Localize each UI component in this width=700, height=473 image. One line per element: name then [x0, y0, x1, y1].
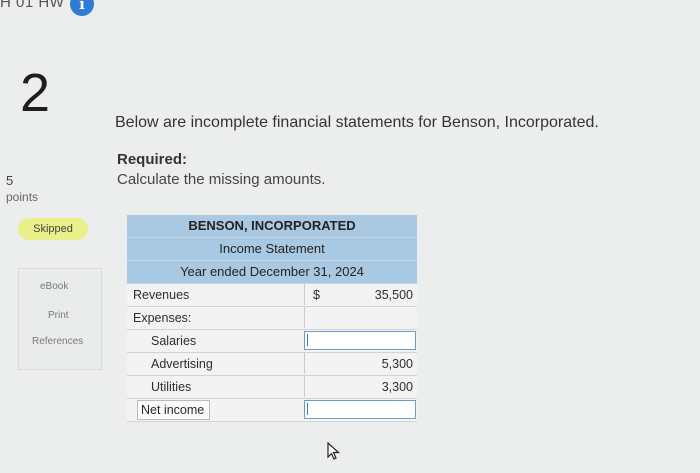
question-prompt: Below are incomplete financial statement…: [115, 114, 599, 131]
text-caret: [307, 403, 308, 415]
advertising-value: 5,300: [381, 357, 413, 371]
statement-period: Year ended December 31, 2024: [127, 261, 417, 284]
expenses-value-cell: [304, 307, 417, 328]
net-income-label: Net income: [137, 400, 210, 420]
points-label: points: [6, 190, 39, 204]
statement-title: Income Statement: [127, 238, 417, 261]
utilities-label: Utilities: [151, 380, 192, 394]
expenses-label: Expenses:: [133, 311, 192, 325]
utilities-value: 3,300: [381, 380, 413, 394]
advertising-value-cell: 5,300: [304, 353, 417, 374]
table-row: Net income: [127, 399, 417, 422]
table-row: Expenses:: [127, 307, 417, 330]
references-link[interactable]: References: [32, 336, 83, 347]
salaries-input[interactable]: [304, 331, 416, 350]
revenues-value-cell: $ 35,500: [304, 284, 417, 305]
question-number: 2: [20, 63, 51, 123]
statement-company: BENSON, INCORPORATED: [127, 215, 417, 238]
utilities-value-cell: 3,300: [304, 376, 417, 397]
revenues-value: 35,500: [374, 288, 413, 302]
required-instructions: Calculate the missing amounts.: [117, 171, 326, 188]
salaries-label: Salaries: [151, 334, 197, 348]
points-value: 5: [6, 173, 14, 188]
table-row: Utilities 3,300: [127, 376, 417, 399]
table-row: Salaries: [127, 330, 417, 353]
info-icon[interactable]: i: [70, 0, 94, 16]
table-row: Advertising 5,300: [127, 353, 417, 376]
assignment-title: H 01 HW: [0, 0, 65, 11]
required-heading: Required:: [117, 151, 188, 168]
revenues-label: Revenues: [133, 288, 190, 302]
advertising-label: Advertising: [151, 357, 213, 371]
print-link[interactable]: Print: [48, 310, 69, 321]
revenues-currency: $: [313, 288, 320, 302]
text-caret: [307, 334, 308, 346]
income-statement: BENSON, INCORPORATED Income Statement Ye…: [127, 215, 417, 422]
status-badge: Skipped: [18, 218, 88, 240]
net-income-input[interactable]: [304, 400, 416, 419]
mouse-pointer-icon: [327, 442, 341, 460]
table-row: Revenues $ 35,500: [127, 284, 417, 307]
ebook-link[interactable]: eBook: [40, 281, 68, 292]
